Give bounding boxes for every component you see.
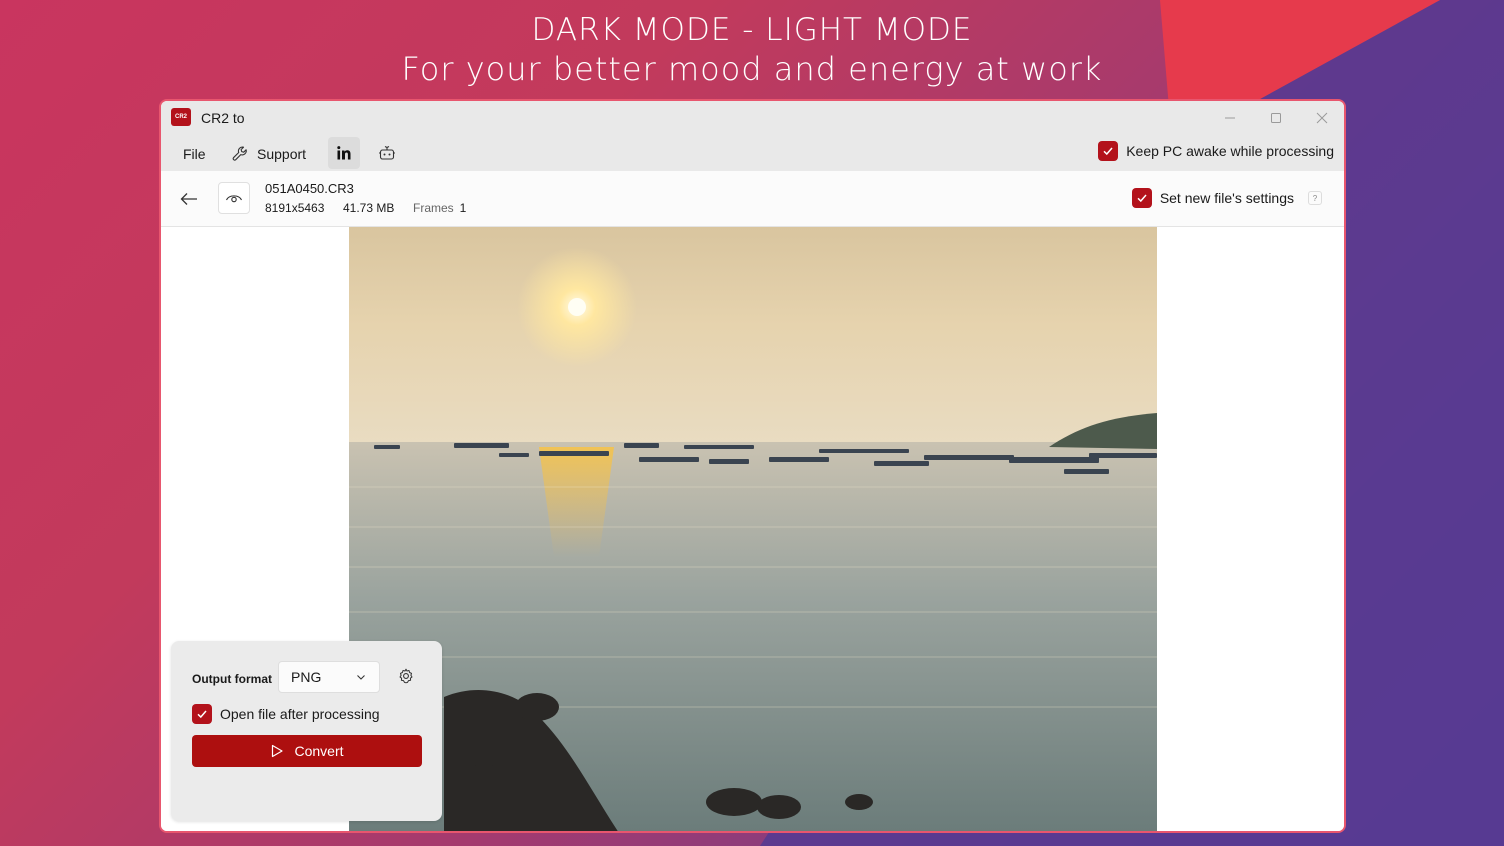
preview-area: Output format PNG Open file after proces… xyxy=(161,227,1344,831)
gear-icon xyxy=(399,668,413,684)
frames-value: 1 xyxy=(459,201,467,215)
convert-label: Convert xyxy=(294,743,344,759)
play-icon xyxy=(272,744,284,758)
output-panel: Output format PNG Open file after proces… xyxy=(171,641,442,821)
chevron-down-icon xyxy=(357,675,365,680)
output-format-label: Output format xyxy=(192,672,272,686)
linkedin-button[interactable] xyxy=(328,137,360,169)
linkedin-icon xyxy=(337,146,351,160)
image-preview xyxy=(349,227,1157,831)
minimize-icon xyxy=(1225,117,1235,119)
app-logo-icon: CR2 xyxy=(171,108,191,126)
menu-file[interactable]: File xyxy=(175,141,214,167)
checkmark-icon xyxy=(1103,147,1113,156)
back-button[interactable] xyxy=(175,185,203,213)
feedback-button[interactable] xyxy=(371,137,403,169)
keep-awake-option[interactable]: Keep PC awake while processing xyxy=(1098,141,1334,161)
close-button[interactable] xyxy=(1299,105,1344,131)
frames-label: Frames xyxy=(413,201,454,215)
feedback-icon xyxy=(379,146,395,160)
menu-support[interactable]: Support xyxy=(223,141,314,167)
help-badge[interactable]: ? xyxy=(1308,191,1322,205)
new-file-settings-label: Set new file's settings xyxy=(1159,190,1294,206)
title-bar[interactable]: CR2 CR2 to xyxy=(161,101,1344,135)
open-after-option[interactable]: Open file after processing xyxy=(192,704,380,724)
file-metadata: 8191x5463 41.73 MB Frames 1 xyxy=(265,201,466,215)
sunset-sea-image xyxy=(349,227,1157,831)
close-icon xyxy=(1316,112,1328,124)
format-settings-button[interactable] xyxy=(395,665,417,687)
eye-icon xyxy=(225,195,243,203)
headline-line-1: DARK MODE - LIGHT MODE xyxy=(531,12,973,48)
maximize-button[interactable] xyxy=(1253,105,1299,131)
minimize-button[interactable] xyxy=(1207,105,1253,131)
file-name: 051A0450.CR3 xyxy=(265,181,354,196)
new-file-settings-checkbox[interactable] xyxy=(1131,188,1152,208)
convert-button[interactable]: Convert xyxy=(192,735,422,767)
wrench-icon xyxy=(232,146,247,161)
app-window: CR2 CR2 to File Support Keep PC awake wh… xyxy=(159,99,1346,833)
window-title: CR2 to xyxy=(201,110,245,126)
keep-awake-checkbox[interactable] xyxy=(1098,141,1119,161)
file-size: 41.73 MB xyxy=(343,201,395,215)
output-format-select[interactable]: PNG xyxy=(278,661,380,693)
promo-headline: DARK MODE - LIGHT MODE For your better m… xyxy=(0,10,1504,88)
file-info-bar: 051A0450.CR3 8191x5463 41.73 MB Frames 1… xyxy=(161,171,1344,227)
file-dimensions: 8191x5463 xyxy=(265,201,325,215)
output-format-value: PNG xyxy=(291,669,322,685)
checkmark-icon xyxy=(197,710,207,719)
menu-support-label: Support xyxy=(257,146,307,162)
back-arrow-icon xyxy=(180,193,197,205)
keep-awake-label: Keep PC awake while processing xyxy=(1126,143,1334,159)
menu-file-label: File xyxy=(183,146,206,162)
preview-toggle-button[interactable] xyxy=(218,182,250,214)
menu-bar: File Support Keep PC awake while process… xyxy=(161,135,1344,171)
maximize-icon xyxy=(1271,113,1281,123)
checkmark-icon xyxy=(1137,194,1147,203)
open-after-label: Open file after processing xyxy=(220,706,380,722)
open-after-checkbox[interactable] xyxy=(192,704,212,724)
new-file-settings-option[interactable]: Set new file's settings ? xyxy=(1131,188,1322,208)
headline-line-2: For your better mood and energy at work xyxy=(401,50,1103,88)
